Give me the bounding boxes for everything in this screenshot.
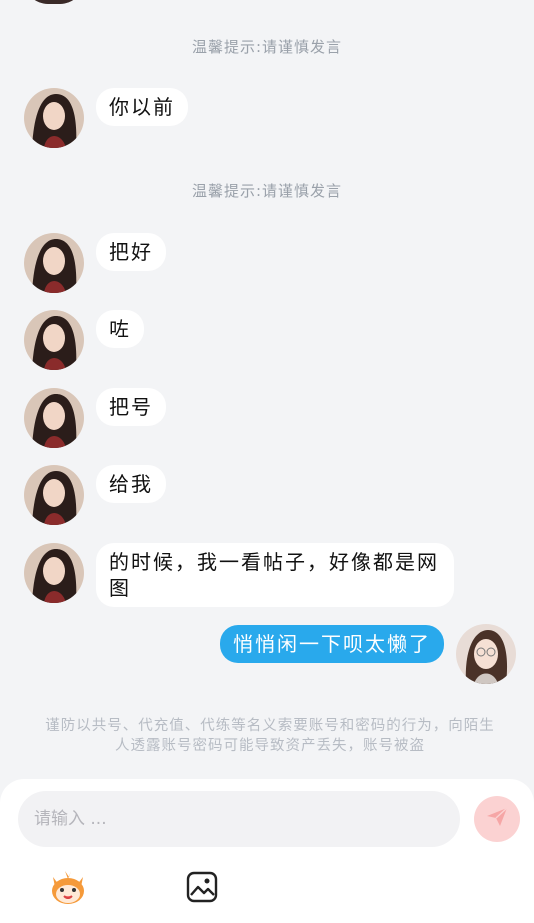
mascot-emoji-icon [47, 869, 89, 909]
avatar[interactable] [24, 88, 84, 148]
message-bubble: 的时候，我一看帖子，好像都是网图 [96, 543, 454, 607]
system-tip: 温馨提示:请谨慎发言 [191, 38, 343, 56]
image-button[interactable] [180, 869, 224, 909]
message-bubble: 把好 [96, 233, 166, 271]
emoji-button[interactable] [46, 869, 90, 909]
my-message-bubble: 悄悄闲一下呗太懒了 [220, 625, 444, 663]
partial-avatar [24, 0, 84, 4]
send-icon [485, 805, 509, 833]
my-avatar[interactable] [456, 624, 516, 684]
system-tip: 温馨提示:请谨慎发言 [191, 182, 343, 200]
message-bubble: 咗 [96, 310, 144, 348]
safety-notice: 谨防以共号、代充值、代练等名义索要账号和密码的行为，向陌生人透露账号密码可能导致… [45, 718, 495, 754]
message-input[interactable] [18, 791, 460, 847]
avatar[interactable] [24, 388, 84, 448]
send-button[interactable] [474, 796, 520, 842]
message-bubble: 你以前 [96, 88, 188, 126]
avatar[interactable] [24, 233, 84, 293]
message-bubble: 把号 [96, 388, 166, 426]
message-bubble: 给我 [96, 465, 166, 503]
image-icon [185, 870, 219, 908]
composer-panel [0, 779, 534, 923]
avatar[interactable] [24, 543, 84, 603]
avatar[interactable] [24, 310, 84, 370]
avatar[interactable] [24, 465, 84, 525]
